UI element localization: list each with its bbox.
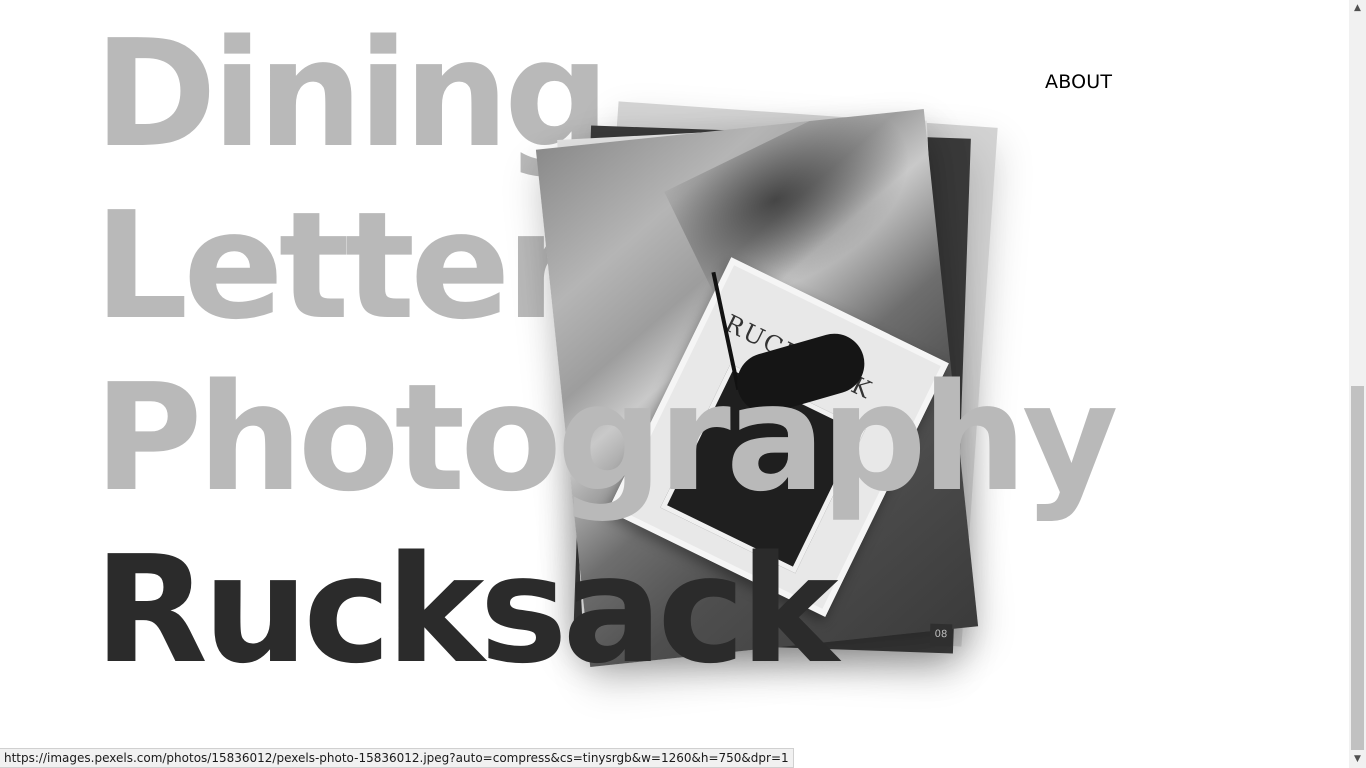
photo-tag: 08 <box>929 623 953 647</box>
scroll-down-arrow-icon[interactable]: ▼ <box>1349 751 1366 768</box>
leaf-shadow <box>664 109 942 318</box>
about-link[interactable]: ABOUT <box>1045 71 1112 93</box>
scrollbar-thumb[interactable] <box>1351 386 1364 750</box>
vertical-scrollbar[interactable]: ▲ ▼ <box>1349 0 1366 768</box>
menu-item-rucksack[interactable]: Rucksack <box>94 536 839 684</box>
page: Dining Letters RUCKSACK 08 Photography R… <box>0 0 1366 768</box>
link-status-bar: https://images.pexels.com/photos/1583601… <box>0 748 794 768</box>
scroll-up-arrow-icon[interactable]: ▲ <box>1349 0 1366 17</box>
menu-item-photography[interactable]: Photography <box>94 364 1119 512</box>
menu-item-dining[interactable]: Dining <box>94 20 610 168</box>
